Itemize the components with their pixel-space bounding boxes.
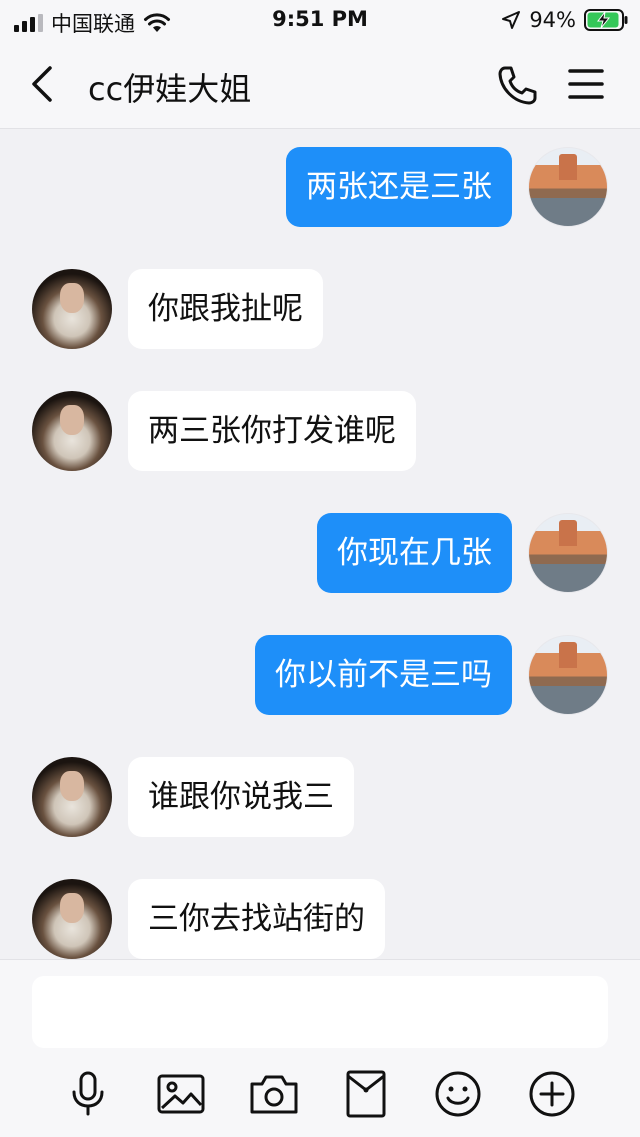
contact-avatar[interactable] <box>32 269 112 349</box>
more-button[interactable] <box>526 1068 578 1120</box>
red-packet-button[interactable] <box>340 1068 392 1120</box>
hamburger-menu-icon[interactable] <box>566 66 606 102</box>
contact-avatar[interactable] <box>32 391 112 471</box>
battery-charging-icon <box>584 9 628 31</box>
incoming-message-bubble[interactable]: 两三张你打发谁呢 <box>128 391 416 471</box>
microphone-icon <box>72 1071 104 1116</box>
voice-button[interactable] <box>62 1068 114 1120</box>
chat-title[interactable]: cc伊娃大姐 <box>88 64 251 110</box>
camera-icon <box>250 1075 298 1114</box>
composer-panel <box>0 959 640 1137</box>
incoming-message-bubble[interactable]: 谁跟你说我三 <box>128 757 354 837</box>
red-packet-icon <box>346 1070 386 1118</box>
incoming-message-bubble[interactable]: 你跟我扯呢 <box>128 269 323 349</box>
back-chevron-icon[interactable] <box>22 62 62 106</box>
message-input[interactable] <box>32 976 608 1048</box>
status-bar: 中国联通 9:51 PM 94% <box>0 0 640 40</box>
location-arrow-icon <box>502 11 521 29</box>
plus-icon <box>529 1071 575 1117</box>
chat-header: cc伊娃大姐 <box>0 40 640 129</box>
my-avatar[interactable] <box>528 513 608 593</box>
camera-button[interactable] <box>248 1068 300 1120</box>
emoji-button[interactable] <box>432 1068 484 1120</box>
my-avatar[interactable] <box>528 635 608 715</box>
incoming-message-bubble[interactable]: 三你去找站街的 <box>128 879 385 959</box>
contact-avatar[interactable] <box>32 879 112 959</box>
image-icon <box>157 1074 205 1114</box>
contact-avatar[interactable] <box>32 757 112 837</box>
photo-button[interactable] <box>155 1068 207 1120</box>
emoji-icon <box>435 1071 481 1117</box>
phone-icon[interactable] <box>496 64 538 106</box>
outgoing-message-bubble[interactable]: 你现在几张 <box>317 513 512 593</box>
my-avatar[interactable] <box>528 147 608 227</box>
battery-percent: 94% <box>529 8 576 32</box>
outgoing-message-bubble[interactable]: 你以前不是三吗 <box>255 635 512 715</box>
outgoing-message-bubble[interactable]: 两张还是三张 <box>286 147 512 227</box>
message-list[interactable]: 两张还是三张 你跟我扯呢 两三张你打发谁呢 你现在几张 你以前不是三吗 谁跟你说… <box>0 129 640 959</box>
